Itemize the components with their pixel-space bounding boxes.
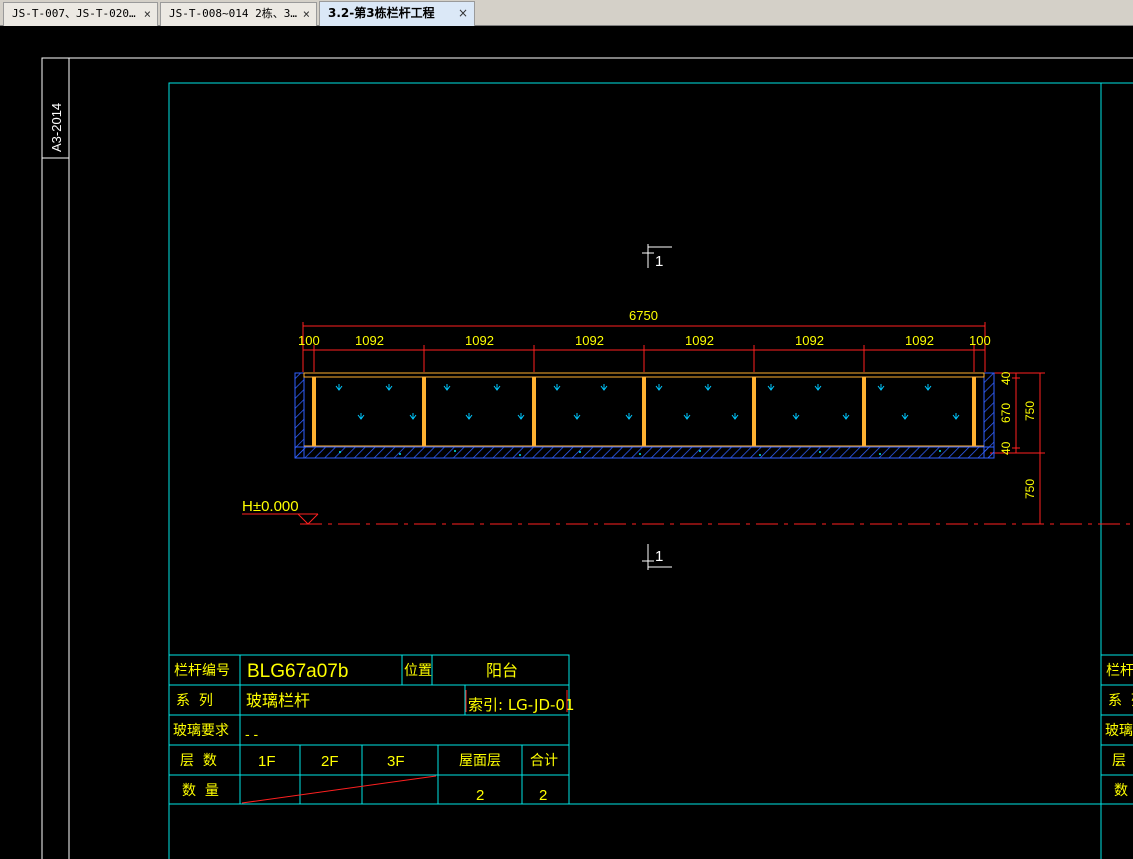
- height-above-floor-dim: 750: [1023, 479, 1037, 499]
- adjacent-table-text: 栏杆编号 系 列 玻璃要求 层 数 数 量: [1105, 663, 1133, 799]
- segment-dim: 1092: [795, 333, 824, 348]
- tab-label: 3.2-第3栋栏杆工程: [328, 6, 435, 20]
- empty-cell-slash: [241, 775, 437, 804]
- qty-roof: 2: [476, 787, 484, 804]
- cad-drawing-canvas[interactable]: A3-2014 1 1 6750 100 1092 1092 1092 1092…: [0, 26, 1133, 859]
- railing-elevation: [294, 372, 995, 459]
- right-wall-hatch: [983, 372, 995, 459]
- floor-roof: 屋面层: [459, 753, 501, 769]
- tab-js-t-007[interactable]: JS-T-007、JS-T-020… ×: [3, 2, 158, 26]
- sheet-size-label: A3-2014: [49, 103, 64, 152]
- height-dimensions: 40 670 40 750 750: [999, 371, 1037, 499]
- label-quantity: 数 量: [182, 783, 219, 799]
- handrail: [303, 372, 985, 378]
- section-mark-label: 1: [655, 548, 663, 565]
- floor-1f: 1F: [258, 753, 276, 770]
- floor-3f: 3F: [387, 753, 405, 770]
- close-icon[interactable]: ×: [303, 3, 310, 25]
- tab-bar: JS-T-007、JS-T-020… × JS-T-008~014 2栋、3… …: [0, 0, 1133, 26]
- inner-frame: [168, 82, 1133, 859]
- segment-dim: 100: [969, 333, 991, 348]
- value-glass-req: - -: [245, 726, 259, 742]
- label-position: 位置: [404, 663, 432, 679]
- value-series: 玻璃栏杆: [246, 691, 310, 710]
- value-position: 阳台: [486, 661, 518, 680]
- info-table-text: 栏杆编号 BLG67a07b 位置 阳台 系 列 玻璃栏杆 索引: LG-JD-…: [173, 661, 575, 804]
- adjacent-label: 玻璃要求: [1105, 722, 1133, 739]
- tab-label: JS-T-008~014 2栋、3…: [169, 7, 297, 20]
- label-floors: 层 数: [180, 753, 217, 769]
- floor-2f: 2F: [321, 753, 339, 770]
- height-dim: 40: [999, 441, 1013, 455]
- elevation-label: H±0.000: [242, 498, 299, 515]
- adjacent-label: 系 列: [1108, 693, 1133, 709]
- segment-dim: 1092: [685, 333, 714, 348]
- dimension-lines: [302, 322, 1045, 524]
- label-glass-req: 玻璃要求: [173, 722, 229, 739]
- segment-dim: 1092: [465, 333, 494, 348]
- tab-label: JS-T-007、JS-T-020…: [12, 7, 136, 20]
- tab-building3-railing[interactable]: 3.2-第3栋栏杆工程 ×: [319, 1, 475, 26]
- segment-dim: 100: [298, 333, 320, 348]
- value-index: 索引: LG-JD-01: [468, 696, 575, 714]
- total-width-dimension: 6750: [629, 308, 658, 323]
- segment-dim: 1092: [905, 333, 934, 348]
- value-railing-code: BLG67a07b: [247, 661, 348, 682]
- close-icon[interactable]: ×: [458, 2, 468, 24]
- left-wall-hatch: [294, 372, 305, 459]
- adjacent-label: 数 量: [1114, 783, 1133, 799]
- base-slab-hatch: [294, 446, 995, 459]
- floor-total: 合计: [530, 753, 558, 769]
- height-total-dim: 750: [1023, 401, 1037, 421]
- adjacent-label: 层 数: [1112, 753, 1133, 769]
- height-dim: 670: [999, 403, 1013, 423]
- elevation-marker: [242, 513, 319, 525]
- segment-dim: 1092: [355, 333, 384, 348]
- posts: [312, 377, 976, 446]
- label-series: 系 列: [176, 693, 213, 709]
- height-dim: 40: [999, 371, 1013, 385]
- section-mark-label: 1: [655, 253, 663, 270]
- close-icon[interactable]: ×: [144, 3, 151, 25]
- label-railing-code: 栏杆编号: [174, 663, 230, 679]
- qty-total: 2: [539, 787, 547, 804]
- tab-js-t-008[interactable]: JS-T-008~014 2栋、3… ×: [160, 2, 317, 26]
- segment-dim: 1092: [575, 333, 604, 348]
- adjacent-label: 栏杆编号: [1106, 663, 1133, 679]
